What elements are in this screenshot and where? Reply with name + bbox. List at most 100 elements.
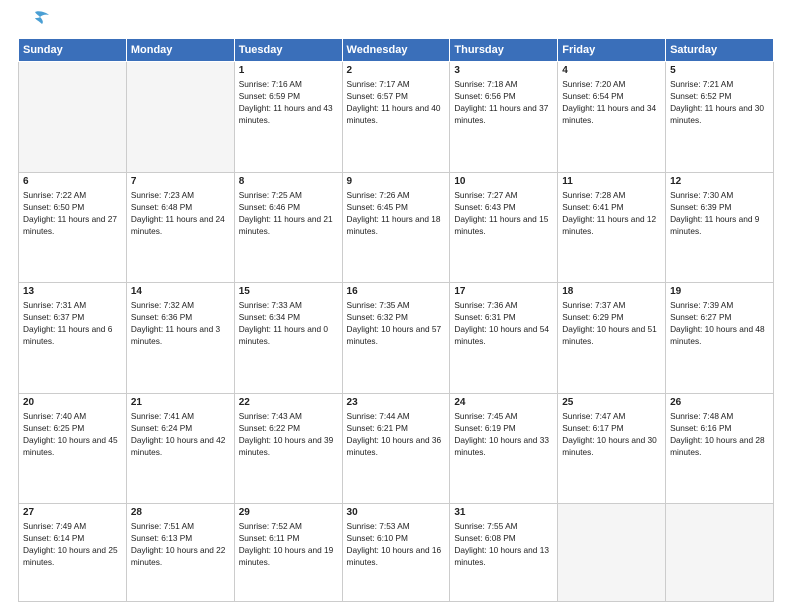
calendar-cell: 11 Sunrise: 7:28 AMSunset: 6:41 PMDayligh… <box>558 172 666 283</box>
week-row-5: 27 Sunrise: 7:49 AMSunset: 6:14 PMDayligh… <box>19 504 774 602</box>
calendar-cell: 16Sunrise: 7:35 AMSunset: 6:32 PMDayligh… <box>342 283 450 394</box>
day-info: Sunrise: 7:53 AMSunset: 6:10 PMDaylight:… <box>347 520 446 568</box>
calendar-cell: 1 Sunrise: 7:16 AMSunset: 6:59 PMDaylight… <box>234 62 342 173</box>
page: SundayMondayTuesdayWednesdayThursdayFrid… <box>0 0 792 612</box>
weekday-header-tuesday: Tuesday <box>234 39 342 62</box>
day-number: 29 <box>239 507 338 518</box>
day-number: 2 <box>347 65 446 76</box>
header <box>18 18 774 32</box>
day-number: 3 <box>454 65 553 76</box>
day-info: Sunrise: 7:25 AMSunset: 6:46 PMDaylight:… <box>239 189 338 237</box>
calendar-cell <box>19 62 127 173</box>
day-number: 17 <box>454 286 553 297</box>
day-number: 7 <box>131 176 230 187</box>
calendar-cell: 2 Sunrise: 7:17 AMSunset: 6:57 PMDaylight… <box>342 62 450 173</box>
calendar-cell: 25 Sunrise: 7:47 AMSunset: 6:17 PMDayligh… <box>558 393 666 504</box>
logo <box>18 18 50 32</box>
day-info: Sunrise: 7:28 AMSunset: 6:41 PMDaylight:… <box>562 189 661 237</box>
day-info: Sunrise: 7:16 AMSunset: 6:59 PMDaylight:… <box>239 78 338 126</box>
day-info: Sunrise: 7:41 AMSunset: 6:24 PMDaylight:… <box>131 410 230 458</box>
weekday-header-monday: Monday <box>126 39 234 62</box>
day-number: 8 <box>239 176 338 187</box>
calendar-cell: 9 Sunrise: 7:26 AMSunset: 6:45 PMDaylight… <box>342 172 450 283</box>
day-number: 21 <box>131 397 230 408</box>
day-info: Sunrise: 7:44 AMSunset: 6:21 PMDaylight:… <box>347 410 446 458</box>
weekday-header-thursday: Thursday <box>450 39 558 62</box>
calendar-cell: 14 Sunrise: 7:32 AMSunset: 6:36 PMDayligh… <box>126 283 234 394</box>
day-info: Sunrise: 7:47 AMSunset: 6:17 PMDaylight:… <box>562 410 661 458</box>
calendar-cell: 15 Sunrise: 7:33 AMSunset: 6:34 PMDayligh… <box>234 283 342 394</box>
day-number: 26 <box>670 397 769 408</box>
day-info: Sunrise: 7:33 AMSunset: 6:34 PMDaylight:… <box>239 299 338 347</box>
day-info: Sunrise: 7:55 AMSunset: 6:08 PMDaylight:… <box>454 520 553 568</box>
week-row-3: 13 Sunrise: 7:31 AMSunset: 6:37 PMDayligh… <box>19 283 774 394</box>
calendar-cell: 17 Sunrise: 7:36 AMSunset: 6:31 PMDayligh… <box>450 283 558 394</box>
day-number: 23 <box>347 397 446 408</box>
calendar-cell: 21 Sunrise: 7:41 AMSunset: 6:24 PMDayligh… <box>126 393 234 504</box>
day-info: Sunrise: 7:20 AMSunset: 6:54 PMDaylight:… <box>562 78 661 126</box>
day-number: 9 <box>347 176 446 187</box>
day-info: Sunrise: 7:22 AMSunset: 6:50 PMDaylight:… <box>23 189 122 237</box>
calendar-cell: 18Sunrise: 7:37 AMSunset: 6:29 PMDayligh… <box>558 283 666 394</box>
calendar-cell: 6 Sunrise: 7:22 AMSunset: 6:50 PMDaylight… <box>19 172 127 283</box>
day-number: 19 <box>670 286 769 297</box>
day-number: 28 <box>131 507 230 518</box>
calendar-cell: 20Sunrise: 7:40 AMSunset: 6:25 PMDayligh… <box>19 393 127 504</box>
calendar-cell <box>666 504 774 602</box>
calendar-cell <box>558 504 666 602</box>
day-number: 27 <box>23 507 122 518</box>
day-number: 30 <box>347 507 446 518</box>
day-info: Sunrise: 7:23 AMSunset: 6:48 PMDaylight:… <box>131 189 230 237</box>
week-row-4: 20Sunrise: 7:40 AMSunset: 6:25 PMDayligh… <box>19 393 774 504</box>
weekday-header-saturday: Saturday <box>666 39 774 62</box>
day-number: 20 <box>23 397 122 408</box>
calendar-cell: 8 Sunrise: 7:25 AMSunset: 6:46 PMDaylight… <box>234 172 342 283</box>
weekday-header-friday: Friday <box>558 39 666 62</box>
calendar-cell: 4 Sunrise: 7:20 AMSunset: 6:54 PMDaylight… <box>558 62 666 173</box>
day-info: Sunrise: 7:17 AMSunset: 6:57 PMDaylight:… <box>347 78 446 126</box>
calendar-cell: 5Sunrise: 7:21 AMSunset: 6:52 PMDaylight… <box>666 62 774 173</box>
day-number: 1 <box>239 65 338 76</box>
day-number: 6 <box>23 176 122 187</box>
calendar-cell: 29 Sunrise: 7:52 AMSunset: 6:11 PMDayligh… <box>234 504 342 602</box>
week-row-1: 1 Sunrise: 7:16 AMSunset: 6:59 PMDaylight… <box>19 62 774 173</box>
calendar-cell: 12 Sunrise: 7:30 AMSunset: 6:39 PMDayligh… <box>666 172 774 283</box>
day-info: Sunrise: 7:18 AMSunset: 6:56 PMDaylight:… <box>454 78 553 126</box>
day-number: 15 <box>239 286 338 297</box>
day-info: Sunrise: 7:32 AMSunset: 6:36 PMDaylight:… <box>131 299 230 347</box>
calendar-cell: 26 Sunrise: 7:48 AMSunset: 6:16 PMDayligh… <box>666 393 774 504</box>
day-info: Sunrise: 7:52 AMSunset: 6:11 PMDaylight:… <box>239 520 338 568</box>
day-info: Sunrise: 7:36 AMSunset: 6:31 PMDaylight:… <box>454 299 553 347</box>
day-info: Sunrise: 7:26 AMSunset: 6:45 PMDaylight:… <box>347 189 446 237</box>
day-number: 10 <box>454 176 553 187</box>
calendar-cell: 24Sunrise: 7:45 AMSunset: 6:19 PMDayligh… <box>450 393 558 504</box>
calendar-cell: 28 Sunrise: 7:51 AMSunset: 6:13 PMDayligh… <box>126 504 234 602</box>
calendar-cell: 13 Sunrise: 7:31 AMSunset: 6:37 PMDayligh… <box>19 283 127 394</box>
weekday-header-sunday: Sunday <box>19 39 127 62</box>
day-number: 13 <box>23 286 122 297</box>
week-row-2: 6 Sunrise: 7:22 AMSunset: 6:50 PMDaylight… <box>19 172 774 283</box>
day-number: 25 <box>562 397 661 408</box>
day-info: Sunrise: 7:49 AMSunset: 6:14 PMDaylight:… <box>23 520 122 568</box>
day-number: 18 <box>562 286 661 297</box>
day-info: Sunrise: 7:45 AMSunset: 6:19 PMDaylight:… <box>454 410 553 458</box>
day-info: Sunrise: 7:48 AMSunset: 6:16 PMDaylight:… <box>670 410 769 458</box>
weekday-header-wednesday: Wednesday <box>342 39 450 62</box>
day-info: Sunrise: 7:51 AMSunset: 6:13 PMDaylight:… <box>131 520 230 568</box>
day-info: Sunrise: 7:30 AMSunset: 6:39 PMDaylight:… <box>670 189 769 237</box>
calendar-table: SundayMondayTuesdayWednesdayThursdayFrid… <box>18 38 774 602</box>
weekday-header-row: SundayMondayTuesdayWednesdayThursdayFrid… <box>19 39 774 62</box>
calendar-cell: 30 Sunrise: 7:53 AMSunset: 6:10 PMDayligh… <box>342 504 450 602</box>
day-number: 11 <box>562 176 661 187</box>
day-number: 4 <box>562 65 661 76</box>
calendar-cell: 10Sunrise: 7:27 AMSunset: 6:43 PMDayligh… <box>450 172 558 283</box>
day-info: Sunrise: 7:39 AMSunset: 6:27 PMDaylight:… <box>670 299 769 347</box>
day-info: Sunrise: 7:21 AMSunset: 6:52 PMDaylight:… <box>670 78 769 126</box>
day-info: Sunrise: 7:35 AMSunset: 6:32 PMDaylight:… <box>347 299 446 347</box>
calendar-cell: 3 Sunrise: 7:18 AMSunset: 6:56 PMDaylight… <box>450 62 558 173</box>
day-number: 14 <box>131 286 230 297</box>
day-number: 31 <box>454 507 553 518</box>
day-info: Sunrise: 7:43 AMSunset: 6:22 PMDaylight:… <box>239 410 338 458</box>
day-number: 12 <box>670 176 769 187</box>
day-info: Sunrise: 7:31 AMSunset: 6:37 PMDaylight:… <box>23 299 122 347</box>
